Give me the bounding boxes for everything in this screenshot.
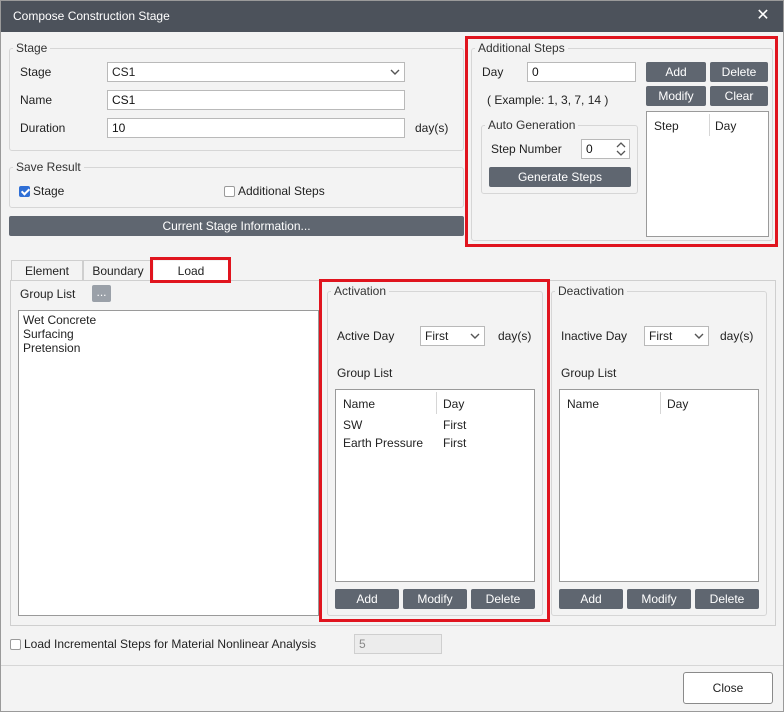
load-group-item[interactable]: Surfacing	[23, 327, 74, 341]
deactivation-header-divider	[660, 392, 661, 414]
activation-legend: Activation	[334, 284, 387, 298]
duration-field[interactable]: 10	[107, 118, 405, 138]
activation-group-list-label: Group List	[337, 366, 393, 380]
step-number-stepper[interactable]: 0	[581, 139, 630, 159]
chevron-down-icon	[390, 69, 400, 75]
duration-label: Duration	[20, 121, 66, 135]
tab-load[interactable]: Load	[154, 261, 228, 281]
clear-steps-button[interactable]: Clear	[710, 86, 768, 106]
save-stage-checkbox[interactable]	[19, 186, 30, 197]
deactivation-modify-button[interactable]: Modify	[627, 589, 691, 609]
steps-header-day: Day	[715, 119, 737, 133]
activation-row-day[interactable]: First	[443, 436, 466, 450]
stage-select-value: CS1	[112, 65, 136, 79]
load-group-item[interactable]: Pretension	[23, 341, 80, 355]
incremental-steps-field[interactable]: 5	[354, 634, 442, 654]
duration-unit: day(s)	[415, 121, 449, 135]
inactive-day-select[interactable]: First	[644, 326, 709, 346]
dialog-footer	[1, 665, 783, 711]
stage-label: Stage	[20, 65, 52, 79]
deactivation-group-list-label: Group List	[561, 366, 617, 380]
tab-element[interactable]: Element	[11, 260, 83, 280]
active-day-select[interactable]: First	[420, 326, 485, 346]
activation-header-day: Day	[443, 397, 465, 411]
save-additional-label: Additional Steps	[238, 184, 325, 198]
add-step-button[interactable]: Add	[646, 62, 706, 82]
activation-header-name: Name	[343, 397, 376, 411]
active-day-value: First	[425, 329, 449, 343]
activation-group-table[interactable]: Name Day SW First Earth Pressure First	[335, 389, 535, 582]
deactivation-group-table[interactable]: Name Day	[559, 389, 759, 582]
generate-steps-button[interactable]: Generate Steps	[489, 167, 631, 187]
load-group-item[interactable]: Wet Concrete	[23, 313, 96, 327]
example-text: ( Example: 1, 3, 7, 14 )	[487, 93, 609, 107]
current-stage-info-button[interactable]: Current Stage Information...	[9, 216, 464, 236]
step-number-label: Step Number	[491, 142, 562, 156]
window-title: Compose Construction Stage	[13, 9, 170, 23]
deactivation-header-day: Day	[667, 397, 689, 411]
save-result-group: Save Result	[9, 160, 464, 208]
incremental-steps-checkbox[interactable]	[10, 639, 21, 650]
activation-delete-button[interactable]: Delete	[471, 589, 535, 609]
delete-step-button[interactable]: Delete	[710, 62, 768, 82]
activation-header-divider	[436, 392, 437, 414]
step-number-value: 0	[586, 142, 593, 156]
add-day-field[interactable]: 0	[527, 62, 636, 82]
save-additional-checkbox[interactable]	[224, 186, 235, 197]
deactivation-legend: Deactivation	[558, 284, 625, 298]
active-day-label: Active Day	[337, 329, 395, 343]
steps-header-step: Step	[654, 119, 679, 133]
chevron-down-icon	[694, 333, 704, 339]
compose-stage-dialog: Compose Construction Stage ✕ Stage Stage…	[0, 0, 784, 712]
load-group-list[interactable]: Wet Concrete Surfacing Pretension	[18, 310, 319, 616]
modify-step-button[interactable]: Modify	[646, 86, 706, 106]
group-browse-button[interactable]: ...	[92, 285, 111, 302]
active-day-unit: day(s)	[498, 329, 532, 343]
spinner-arrows-icon[interactable]	[615, 139, 627, 159]
add-day-label: Day	[482, 65, 504, 79]
inactive-day-label: Inactive Day	[561, 329, 628, 343]
incremental-steps-label: Load Incremental Steps for Material Nonl…	[24, 637, 317, 651]
name-field[interactable]: CS1	[107, 90, 405, 110]
stage-select[interactable]: CS1	[107, 62, 405, 82]
inactive-day-value: First	[649, 329, 673, 343]
group-list-label: Group List	[20, 287, 76, 301]
name-label: Name	[20, 93, 53, 107]
inactive-day-unit: day(s)	[720, 329, 754, 343]
additional-steps-legend: Additional Steps	[478, 41, 565, 55]
save-stage-label: Stage	[33, 184, 65, 198]
save-result-legend: Save Result	[16, 160, 81, 174]
close-icon[interactable]: ✕	[753, 5, 773, 27]
activation-add-button[interactable]: Add	[335, 589, 399, 609]
activation-row-name[interactable]: SW	[343, 418, 362, 432]
auto-generation-legend: Auto Generation	[488, 118, 576, 132]
title-bar: Compose Construction Stage ✕	[1, 1, 783, 32]
tab-boundary[interactable]: Boundary	[83, 260, 153, 280]
deactivation-header-name: Name	[567, 397, 600, 411]
close-button[interactable]: Close	[683, 672, 773, 704]
stage-group-legend: Stage	[16, 41, 48, 55]
deactivation-delete-button[interactable]: Delete	[695, 589, 759, 609]
chevron-down-icon	[470, 333, 480, 339]
deactivation-add-button[interactable]: Add	[559, 589, 623, 609]
activation-modify-button[interactable]: Modify	[403, 589, 467, 609]
steps-header-divider	[709, 114, 710, 136]
steps-list[interactable]: Step Day	[646, 111, 769, 237]
activation-row-name[interactable]: Earth Pressure	[343, 436, 423, 450]
activation-row-day[interactable]: First	[443, 418, 466, 432]
